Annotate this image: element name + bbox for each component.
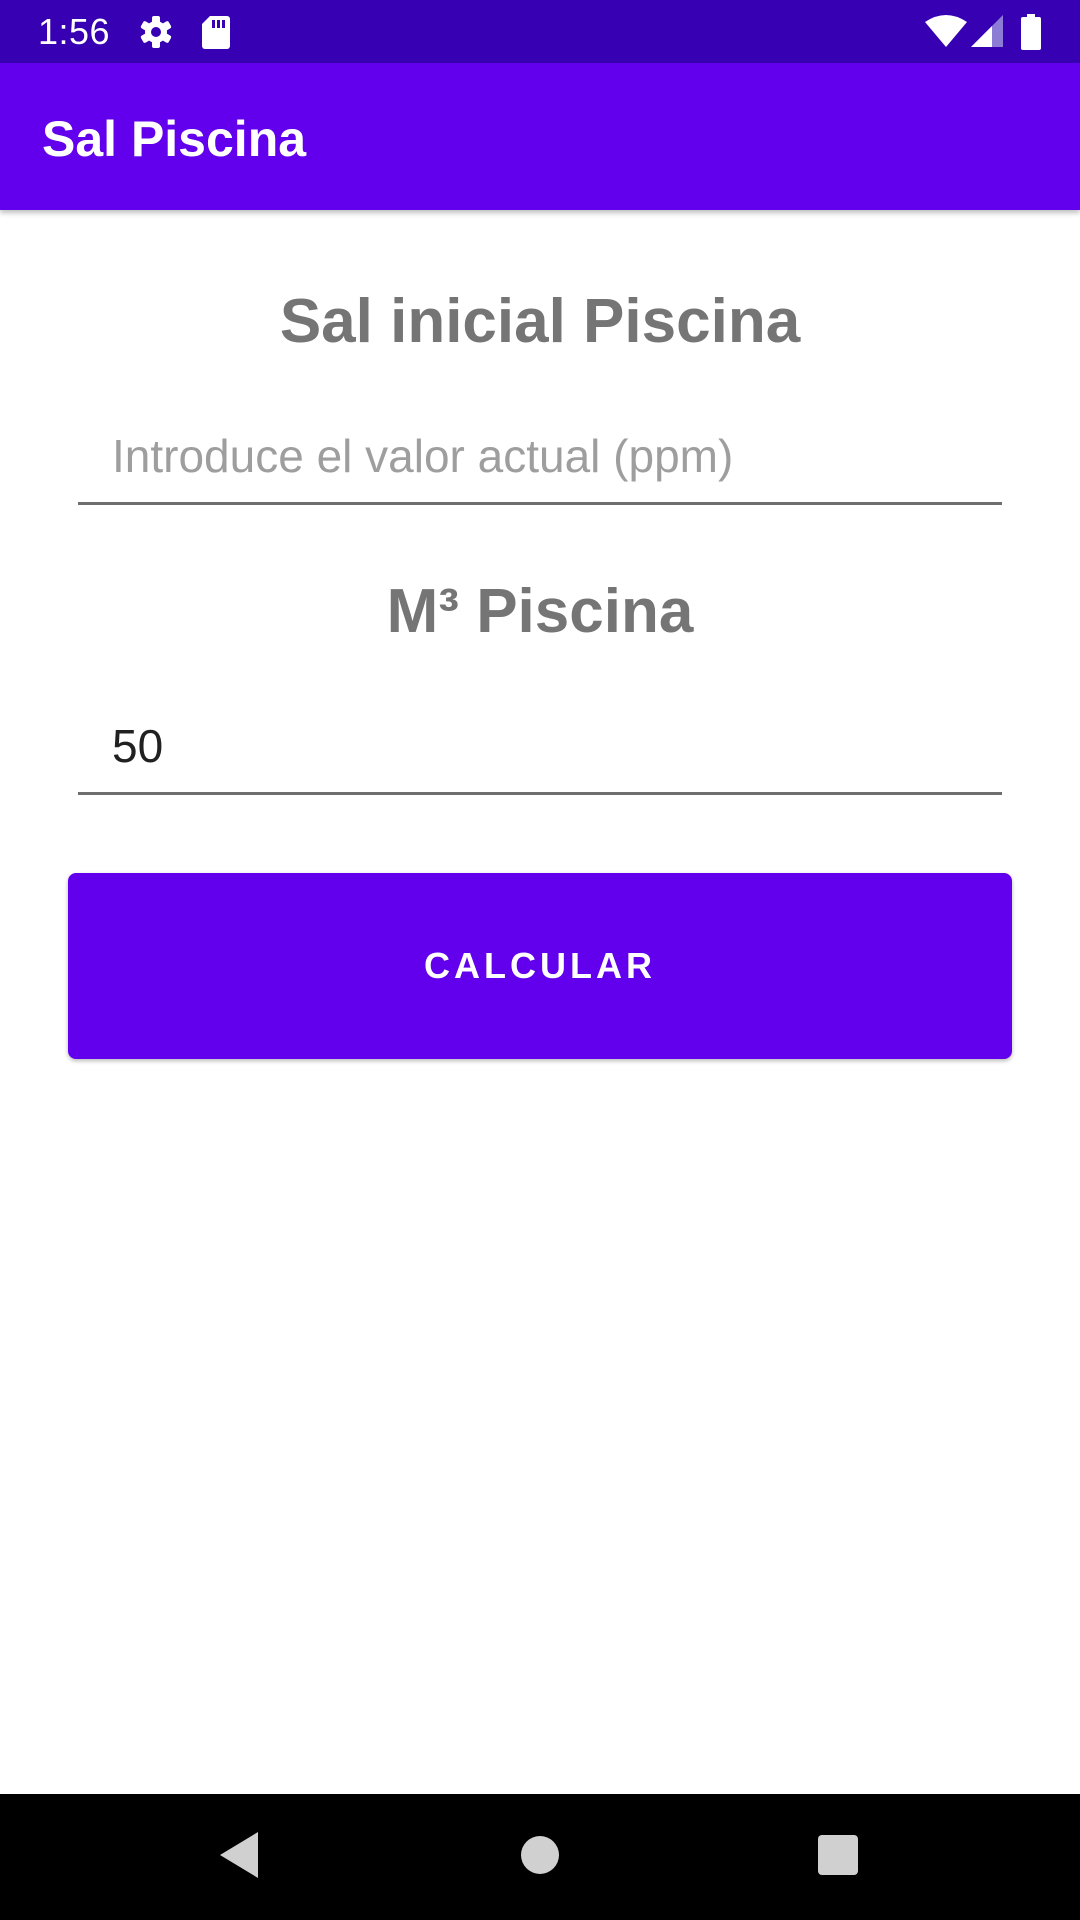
nav-bar [0,1794,1080,1920]
recents-icon [818,1834,858,1880]
wifi-icon [924,14,968,53]
back-button[interactable] [199,1817,279,1897]
back-icon [217,1830,261,1885]
calculate-button[interactable]: CALCULAR [68,873,1012,1059]
app-bar: Sal Piscina [0,63,1080,210]
status-time: 1:56 [38,11,111,52]
gear-icon [138,14,174,55]
cell-signal-icon [970,14,1004,53]
salt-heading: Sal inicial Piscina [279,287,801,356]
battery-icon [1020,14,1042,55]
volume-field [78,706,1002,795]
volume-input[interactable] [112,706,972,786]
salt-field [78,416,1002,505]
recents-button[interactable] [798,1817,878,1897]
home-icon [520,1835,560,1880]
salt-input[interactable] [112,416,972,496]
app-title: Sal Piscina [42,111,307,167]
status-bar: 1:56 [0,0,1080,63]
home-button[interactable] [500,1817,580,1897]
volume-heading: M³ Piscina [386,577,694,646]
sd-card-icon [201,14,231,55]
